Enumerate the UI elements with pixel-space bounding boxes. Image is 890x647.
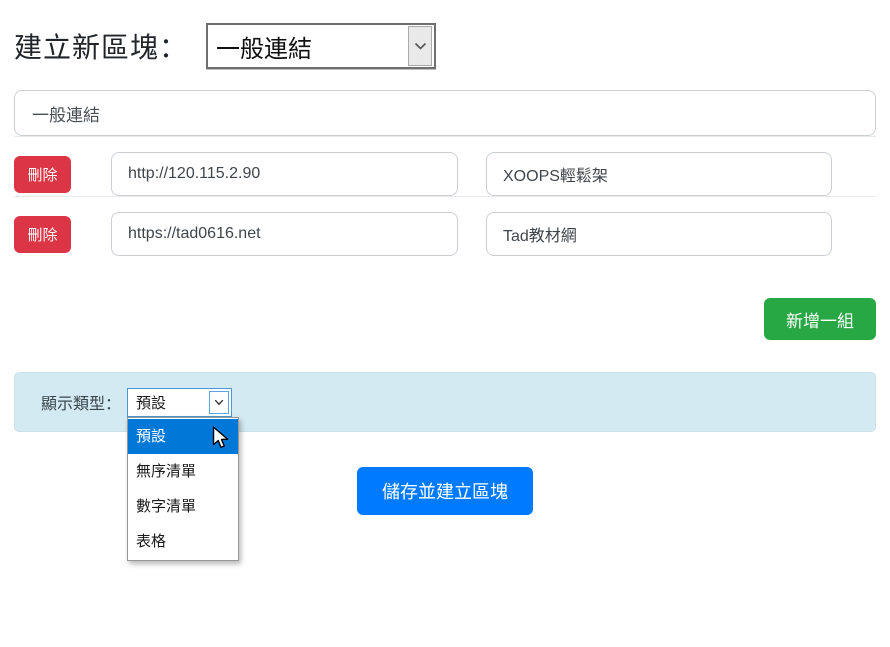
site-name-input[interactable]	[486, 212, 832, 256]
url-input[interactable]	[111, 152, 458, 196]
chevron-down-icon	[408, 26, 432, 66]
page-title: 建立新區塊：	[14, 26, 188, 66]
block-title-input[interactable]	[14, 90, 876, 136]
add-group-row: 新增一組	[14, 298, 876, 340]
site-name-input[interactable]	[486, 152, 832, 196]
dropdown-option-table[interactable]: 表格	[128, 524, 238, 559]
display-type-select[interactable]: 預設	[127, 388, 232, 417]
chevron-down-icon	[209, 391, 229, 414]
divider	[14, 196, 876, 197]
delete-button[interactable]: 刪除	[14, 156, 71, 193]
divider	[14, 136, 876, 137]
dropdown-option-numbered-list[interactable]: 數字清單	[128, 489, 238, 524]
display-type-select-wrap: 預設 預設 無序清單 數字清單 表格	[127, 388, 232, 417]
url-input[interactable]	[111, 212, 458, 256]
dropdown-option-unordered-list[interactable]: 無序清單	[128, 454, 238, 489]
display-type-dropdown: 預設 無序清單 數字清單 表格	[127, 417, 239, 561]
block-type-select[interactable]: 一般連結	[206, 23, 436, 69]
save-and-create-block-button[interactable]: 儲存並建立區塊	[357, 467, 533, 515]
link-row: 刪除	[14, 152, 876, 196]
display-type-banner: 顯示類型： 預設 預設 無序清單 數字清單 表格	[14, 372, 876, 432]
delete-button[interactable]: 刪除	[14, 216, 71, 253]
add-group-button[interactable]: 新增一組	[764, 298, 876, 340]
display-type-select-value: 預設	[128, 392, 209, 413]
link-row: 刪除	[14, 212, 876, 256]
page-container: 建立新區塊： 一般連結 刪除 刪除 新增一組 顯示類型： 預設	[0, 20, 890, 515]
dropdown-option-default[interactable]: 預設	[128, 419, 238, 454]
header: 建立新區塊： 一般連結	[14, 20, 876, 72]
display-type-label: 顯示類型：	[41, 390, 121, 414]
block-type-select-value: 一般連結	[216, 29, 408, 64]
